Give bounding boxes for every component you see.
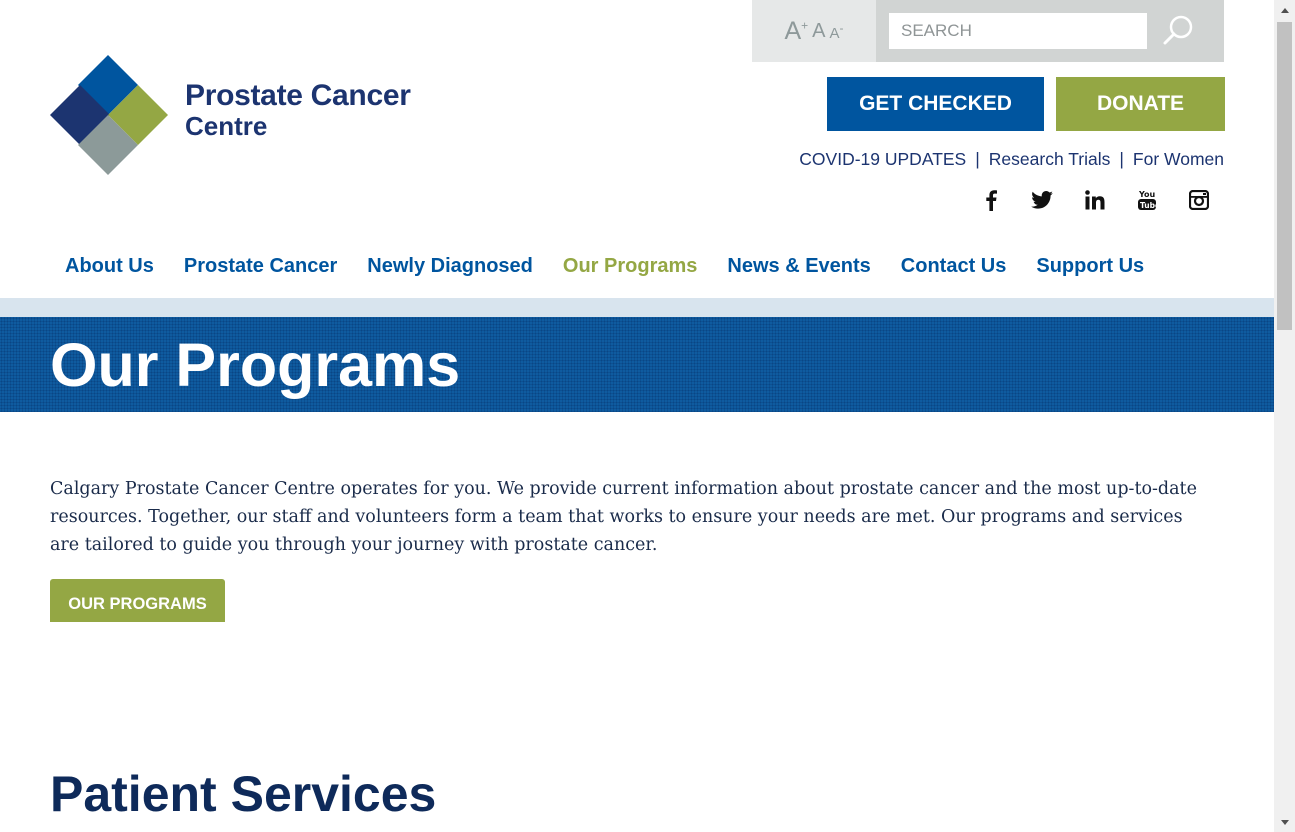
nav-item-about-us[interactable]: About Us: [50, 252, 169, 282]
instagram-link[interactable]: [1186, 186, 1212, 214]
scroll-up-arrow[interactable]: [1274, 0, 1295, 20]
font-reset-button[interactable]: A: [812, 21, 825, 41]
intro-paragraph: Calgary Prostate Cancer Centre operates …: [50, 479, 1197, 555]
font-size-controls: A+ A A-: [752, 0, 876, 62]
facebook-link[interactable]: [978, 186, 1004, 214]
utility-links: COVID-19 UPDATES | Research Trials | For Wom…: [799, 149, 1224, 170]
svg-text:You: You: [1138, 190, 1156, 199]
for-women-link[interactable]: For Women: [1133, 149, 1224, 169]
nav-item-support-us[interactable]: Support Us: [1021, 252, 1159, 282]
donate-button[interactable]: DONATE: [1056, 77, 1225, 131]
twitter-link[interactable]: [1029, 186, 1055, 214]
link-separator: |: [975, 149, 980, 169]
link-separator: |: [1119, 149, 1124, 169]
youtube-icon: You Tube: [1138, 190, 1156, 210]
scrollbar-thumb[interactable]: [1277, 22, 1292, 330]
linkedin-link[interactable]: [1082, 186, 1108, 214]
svg-text:Tube: Tube: [1140, 201, 1156, 210]
font-increase-sign: +: [801, 18, 809, 33]
page-banner: Our Programs: [0, 317, 1274, 412]
nav-item-contact-us[interactable]: Contact Us: [886, 252, 1022, 282]
vertical-scrollbar[interactable]: [1274, 0, 1295, 832]
search-input[interactable]: [889, 13, 1147, 49]
our-programs-button[interactable]: OUR PROGRAMS: [50, 579, 225, 622]
twitter-icon: [1031, 191, 1053, 209]
font-decrease-label: A: [829, 24, 840, 42]
social-links: You Tube: [978, 186, 1224, 216]
logo-line2: Centre: [185, 111, 268, 141]
nav-item-news-events[interactable]: News & Events: [712, 252, 885, 282]
linkedin-icon: [1085, 190, 1105, 210]
youtube-link[interactable]: You Tube: [1134, 186, 1160, 214]
search-icon: [1163, 15, 1193, 45]
nav-item-newly-diagnosed[interactable]: Newly Diagnosed: [352, 252, 548, 282]
section-title-patient-services: Patient Services: [50, 766, 437, 822]
nav-item-our-programs[interactable]: Our Programs: [548, 252, 712, 282]
font-increase-label: A: [784, 16, 802, 45]
font-increase-button[interactable]: A+: [784, 16, 809, 45]
chevron-down-icon: [1280, 819, 1289, 825]
site-logo[interactable]: Prostate Cancer Centre: [50, 55, 430, 175]
instagram-icon: [1189, 190, 1209, 210]
main-navigation: About Us Prostate Cancer Newly Diagnosed…: [50, 252, 1159, 282]
font-decrease-sign: -: [839, 20, 844, 35]
scroll-down-arrow[interactable]: [1274, 812, 1295, 832]
logo-mark-icon: [50, 55, 168, 175]
covid-updates-link[interactable]: COVID-19 UPDATES: [799, 149, 966, 169]
facebook-icon: [986, 190, 997, 211]
search-button[interactable]: [1158, 13, 1198, 49]
logo-line1: Prostate Cancer: [185, 79, 411, 112]
banner-strip: [0, 298, 1274, 317]
logo-text: Prostate Cancer Centre: [185, 79, 411, 142]
get-checked-button[interactable]: GET CHECKED: [827, 77, 1044, 131]
font-decrease-button[interactable]: A-: [830, 22, 844, 41]
chevron-up-icon: [1280, 7, 1289, 13]
research-trials-link[interactable]: Research Trials: [989, 149, 1111, 169]
search-bar: [876, 0, 1224, 62]
nav-item-prostate-cancer[interactable]: Prostate Cancer: [169, 252, 352, 282]
page-title: Our Programs: [50, 331, 461, 399]
